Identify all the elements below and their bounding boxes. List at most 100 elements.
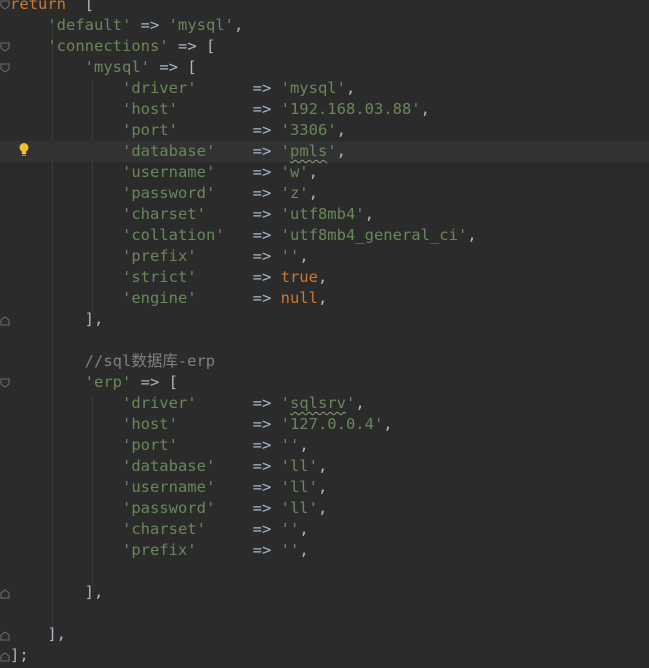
code-line[interactable]: 'host' => '192.168.03.88', bbox=[10, 99, 649, 120]
code-line[interactable]: 'driver' => 'mysql', bbox=[10, 78, 649, 99]
code-token: 'charset' bbox=[121, 205, 206, 223]
code-token: => [ bbox=[168, 37, 216, 55]
fold-marker-icon[interactable] bbox=[0, 631, 10, 641]
code-token: ' bbox=[280, 394, 290, 412]
code-token: 'charset' bbox=[121, 520, 206, 538]
code-token: => bbox=[205, 520, 281, 538]
code-token: => bbox=[177, 436, 281, 454]
code-token: ], bbox=[10, 310, 104, 328]
code-line[interactable]: ], bbox=[10, 624, 649, 645]
code-token: '' bbox=[280, 436, 300, 454]
code-line[interactable]: 'password' => 'z', bbox=[10, 183, 649, 204]
code-token: 'driver' bbox=[121, 79, 197, 97]
code-line[interactable]: 'collation' => 'utf8mb4_general_ci', bbox=[10, 225, 649, 246]
current-code-line[interactable]: 'database' => 'pmls', bbox=[0, 141, 649, 162]
code-token: => bbox=[196, 79, 281, 97]
code-token: , bbox=[308, 184, 318, 202]
code-token: 'll' bbox=[280, 478, 318, 496]
code-token: 'connections' bbox=[47, 37, 169, 55]
code-line[interactable]: 'database' => 'll', bbox=[10, 456, 649, 477]
code-token: => bbox=[131, 16, 169, 34]
code-token: '192.168.03.88' bbox=[280, 100, 421, 118]
code-line[interactable]: 'engine' => null, bbox=[10, 288, 649, 309]
code-line[interactable]: 'charset' => 'utf8mb4', bbox=[10, 204, 649, 225]
lightbulb-icon[interactable] bbox=[18, 142, 30, 158]
code-line[interactable]: ]; bbox=[10, 645, 649, 666]
code-token: => bbox=[196, 541, 281, 559]
code-token: , bbox=[345, 79, 356, 97]
fold-marker-icon[interactable] bbox=[0, 316, 10, 326]
fold-marker-icon[interactable] bbox=[0, 63, 10, 73]
code-editor[interactable]: return [ 'default' => 'mysql', 'connecti… bbox=[0, 0, 649, 668]
code-token: 'username' bbox=[121, 478, 216, 496]
code-token: ' bbox=[280, 142, 290, 160]
code-token: 'host' bbox=[121, 100, 178, 118]
code-token: , bbox=[299, 520, 309, 538]
code-line[interactable] bbox=[10, 561, 649, 582]
code-token: ' bbox=[345, 394, 356, 412]
code-token: => bbox=[215, 478, 281, 496]
code-token: 'utf8mb4' bbox=[280, 205, 365, 223]
code-token: 'port' bbox=[121, 436, 178, 454]
code-token: [ bbox=[66, 0, 94, 13]
code-line[interactable]: ], bbox=[10, 582, 649, 603]
code-token: 'port' bbox=[121, 121, 178, 139]
code-token: 'password' bbox=[121, 499, 216, 517]
code-token: 'z' bbox=[280, 184, 309, 202]
code-line[interactable]: 'connections' => [ bbox=[10, 36, 649, 57]
code-line[interactable]: 'username' => 'w', bbox=[10, 162, 649, 183]
fold-marker-icon[interactable] bbox=[0, 0, 10, 10]
code-token: , bbox=[336, 121, 346, 139]
code-line[interactable]: ], bbox=[10, 309, 649, 330]
code-token: 'password' bbox=[121, 184, 216, 202]
code-lines[interactable]: return [ 'default' => 'mysql', 'connecti… bbox=[0, 0, 649, 666]
fold-marker-icon[interactable] bbox=[0, 589, 10, 599]
code-line[interactable]: 'port' => '', bbox=[10, 435, 649, 456]
code-line[interactable]: 'erp' => [ bbox=[10, 372, 649, 393]
code-token: pmls bbox=[289, 142, 328, 160]
code-token: , bbox=[233, 16, 244, 34]
code-line[interactable] bbox=[10, 603, 649, 624]
code-line[interactable]: 'prefix' => '', bbox=[10, 246, 649, 267]
code-token: => bbox=[196, 268, 281, 286]
code-token: true bbox=[280, 268, 318, 286]
code-token: return bbox=[10, 0, 66, 13]
fold-marker-icon[interactable] bbox=[0, 378, 10, 388]
code-line[interactable]: 'default' => 'mysql', bbox=[10, 15, 649, 36]
code-line[interactable]: 'charset' => '', bbox=[10, 519, 649, 540]
code-line[interactable]: 'driver' => 'sqlsrv', bbox=[10, 393, 649, 414]
code-token: 'engine' bbox=[121, 289, 197, 307]
code-line[interactable]: 'prefix' => '', bbox=[10, 540, 649, 561]
code-line[interactable]: 'strict' => true, bbox=[10, 267, 649, 288]
code-line[interactable]: //sql数据库-erp bbox=[10, 351, 649, 372]
code-line[interactable]: 'password' => 'll', bbox=[10, 498, 649, 519]
code-token: //sql数据库-erp bbox=[84, 352, 216, 370]
code-token: 'username' bbox=[121, 163, 216, 181]
fold-marker-icon[interactable] bbox=[0, 652, 10, 662]
code-line[interactable]: 'username' => 'll', bbox=[10, 477, 649, 498]
code-token: , bbox=[299, 541, 309, 559]
code-token: => bbox=[196, 247, 281, 265]
code-token: 'll' bbox=[280, 457, 318, 475]
code-token: => bbox=[177, 100, 281, 118]
code-token: , bbox=[355, 394, 365, 412]
code-line[interactable]: 'port' => '3306', bbox=[10, 120, 649, 141]
code-line[interactable]: 'mysql' => [ bbox=[10, 57, 649, 78]
fold-marker-icon[interactable] bbox=[0, 42, 10, 52]
code-line[interactable]: return [ bbox=[10, 0, 649, 15]
code-token: , bbox=[299, 436, 309, 454]
code-token: 'database' bbox=[121, 457, 216, 475]
code-token: '' bbox=[280, 247, 300, 265]
code-line[interactable] bbox=[10, 330, 649, 351]
code-line[interactable]: 'host' => '127.0.0.4', bbox=[10, 414, 649, 435]
